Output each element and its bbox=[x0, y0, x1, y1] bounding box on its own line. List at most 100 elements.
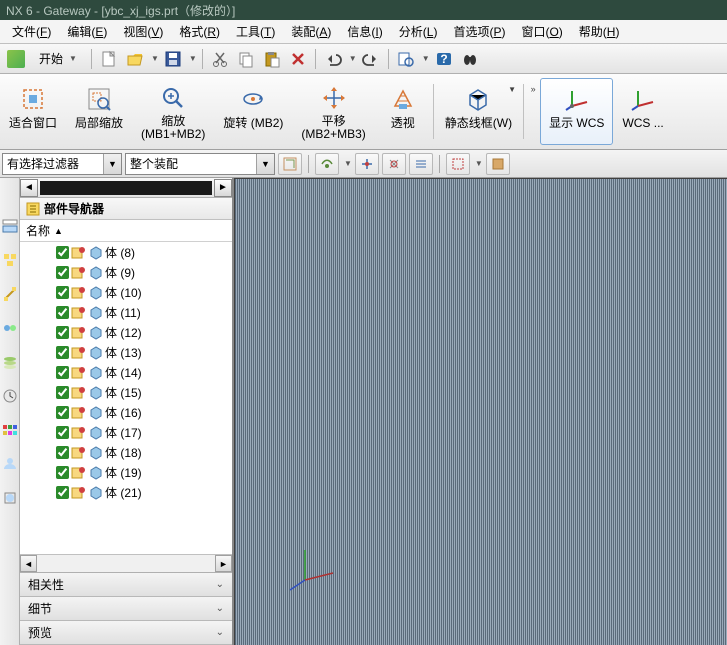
menu-e[interactable]: 编辑(E) bbox=[59, 20, 115, 43]
menu-v[interactable]: 视图(V) bbox=[115, 20, 171, 43]
menu-o[interactable]: 窗口(O) bbox=[513, 20, 570, 43]
nav-icon[interactable] bbox=[2, 218, 18, 234]
tree-row[interactable]: 体 (16) bbox=[20, 402, 232, 422]
delete-button[interactable] bbox=[286, 47, 310, 71]
start-button[interactable]: 开始▼ bbox=[30, 47, 86, 70]
menu-i[interactable]: 信息(I) bbox=[339, 20, 390, 43]
filter-opt2-button[interactable] bbox=[315, 153, 339, 175]
filter-opt4-button[interactable] bbox=[382, 153, 406, 175]
filter-opt7-button[interactable] bbox=[486, 153, 510, 175]
copy-button[interactable] bbox=[234, 47, 258, 71]
perspective-button[interactable]: 透视 bbox=[375, 78, 431, 145]
layer-icon[interactable] bbox=[2, 354, 18, 370]
tree-row[interactable]: 体 (17) bbox=[20, 422, 232, 442]
scroll-left-button[interactable]: ◄ bbox=[20, 555, 37, 572]
wcs-button[interactable]: WCS ... bbox=[613, 78, 672, 145]
tree-row[interactable]: 体 (14) bbox=[20, 362, 232, 382]
scroll-track[interactable] bbox=[37, 555, 215, 572]
scroll-right-button[interactable]: ► bbox=[214, 179, 232, 197]
tree-row[interactable]: 体 (10) bbox=[20, 282, 232, 302]
overflow-icon[interactable]: » bbox=[531, 84, 536, 94]
filter-combo[interactable]: 有选择过滤器 ▼ bbox=[2, 153, 122, 175]
body-icon bbox=[71, 325, 86, 340]
menu-f[interactable]: 文件(F) bbox=[4, 20, 59, 43]
tree-checkbox[interactable] bbox=[56, 486, 69, 499]
misc-icon[interactable] bbox=[2, 490, 18, 506]
tree-checkbox[interactable] bbox=[56, 346, 69, 359]
tree-checkbox[interactable] bbox=[56, 286, 69, 299]
chevron-down-icon[interactable]: ▼ bbox=[349, 54, 357, 63]
scroll-left-button[interactable]: ◄ bbox=[20, 179, 38, 197]
accordion-预览[interactable]: 预览⌄ bbox=[20, 621, 232, 645]
filter-opt5-button[interactable] bbox=[409, 153, 433, 175]
accordion-细节[interactable]: 细节⌄ bbox=[20, 597, 232, 621]
filter-opt3-button[interactable] bbox=[355, 153, 379, 175]
show-wcs-button[interactable]: 显示 WCS bbox=[540, 78, 613, 145]
tree-row[interactable]: 体 (19) bbox=[20, 462, 232, 482]
part-tree[interactable]: 体 (8)体 (9)体 (10)体 (11)体 (12)体 (13)体 (14)… bbox=[20, 242, 232, 554]
menu-l[interactable]: 分析(L) bbox=[391, 20, 446, 43]
tree-checkbox[interactable] bbox=[56, 326, 69, 339]
command-finder-button[interactable] bbox=[394, 47, 418, 71]
chevron-down-icon[interactable]: ▼ bbox=[422, 54, 430, 63]
body-icon bbox=[71, 345, 86, 360]
active-tab[interactable] bbox=[40, 181, 212, 195]
new-button[interactable] bbox=[97, 47, 121, 71]
zoom-button[interactable]: 缩放(MB1+MB2) bbox=[132, 78, 214, 145]
tree-row[interactable]: 体 (13) bbox=[20, 342, 232, 362]
tree-checkbox[interactable] bbox=[56, 426, 69, 439]
sketch-icon[interactable] bbox=[2, 320, 18, 336]
wireframe-button[interactable]: ▼静态线框(W) bbox=[436, 78, 521, 145]
tree-checkbox[interactable] bbox=[56, 366, 69, 379]
filter-opt1-button[interactable] bbox=[278, 153, 302, 175]
chevron-down-icon[interactable]: ▼ bbox=[151, 54, 159, 63]
accordion-相关性[interactable]: 相关性⌄ bbox=[20, 573, 232, 597]
local-zoom-button[interactable]: 局部缩放 bbox=[66, 78, 132, 145]
tree-column-header[interactable]: 名称 ▲ bbox=[20, 220, 232, 242]
help-button[interactable]: ? bbox=[432, 47, 456, 71]
constraint-icon[interactable] bbox=[2, 286, 18, 302]
roles-icon[interactable] bbox=[2, 456, 18, 472]
fit-window-button[interactable]: 适合窗口 bbox=[0, 78, 66, 145]
tree-row[interactable]: 体 (12) bbox=[20, 322, 232, 342]
assembly-icon[interactable] bbox=[2, 252, 18, 268]
tree-checkbox[interactable] bbox=[56, 466, 69, 479]
paste-button[interactable] bbox=[260, 47, 284, 71]
chevron-down-icon[interactable]: ▼ bbox=[475, 159, 483, 168]
cut-button[interactable] bbox=[208, 47, 232, 71]
rotate-button[interactable]: 旋转 (MB2) bbox=[214, 78, 292, 145]
binoculars-button[interactable] bbox=[458, 47, 482, 71]
tree-checkbox[interactable] bbox=[56, 306, 69, 319]
scroll-right-button[interactable]: ► bbox=[215, 555, 232, 572]
tree-h-scrollbar[interactable]: ◄ ► bbox=[20, 554, 232, 572]
tree-row[interactable]: 体 (18) bbox=[20, 442, 232, 462]
open-button[interactable] bbox=[123, 47, 147, 71]
filter-opt6-button[interactable] bbox=[446, 153, 470, 175]
chevron-down-icon[interactable]: ▼ bbox=[344, 159, 352, 168]
undo-button[interactable] bbox=[321, 47, 345, 71]
tree-checkbox[interactable] bbox=[56, 246, 69, 259]
tree-row[interactable]: 体 (15) bbox=[20, 382, 232, 402]
tree-checkbox[interactable] bbox=[56, 386, 69, 399]
menu-r[interactable]: 格式(R) bbox=[171, 20, 228, 43]
palette-icon[interactable] bbox=[2, 422, 18, 438]
menu-t[interactable]: 工具(T) bbox=[228, 20, 283, 43]
graphics-viewport[interactable] bbox=[234, 178, 727, 645]
pan-button[interactable]: 平移(MB2+MB3) bbox=[292, 78, 374, 145]
chevron-down-icon[interactable]: ▼ bbox=[189, 54, 197, 63]
solid-icon bbox=[88, 485, 103, 500]
tree-row[interactable]: 体 (8) bbox=[20, 242, 232, 262]
tree-row[interactable]: 体 (21) bbox=[20, 482, 232, 502]
scope-combo[interactable]: 整个装配 ▼ bbox=[125, 153, 275, 175]
history-icon[interactable] bbox=[2, 388, 18, 404]
redo-button[interactable] bbox=[359, 47, 383, 71]
tree-checkbox[interactable] bbox=[56, 446, 69, 459]
tree-checkbox[interactable] bbox=[56, 266, 69, 279]
save-button[interactable] bbox=[161, 47, 185, 71]
menu-p[interactable]: 首选项(P) bbox=[445, 20, 513, 43]
tree-checkbox[interactable] bbox=[56, 406, 69, 419]
tree-row[interactable]: 体 (9) bbox=[20, 262, 232, 282]
tree-row[interactable]: 体 (11) bbox=[20, 302, 232, 322]
menu-h[interactable]: 帮助(H) bbox=[571, 20, 628, 43]
menu-a[interactable]: 装配(A) bbox=[283, 20, 339, 43]
